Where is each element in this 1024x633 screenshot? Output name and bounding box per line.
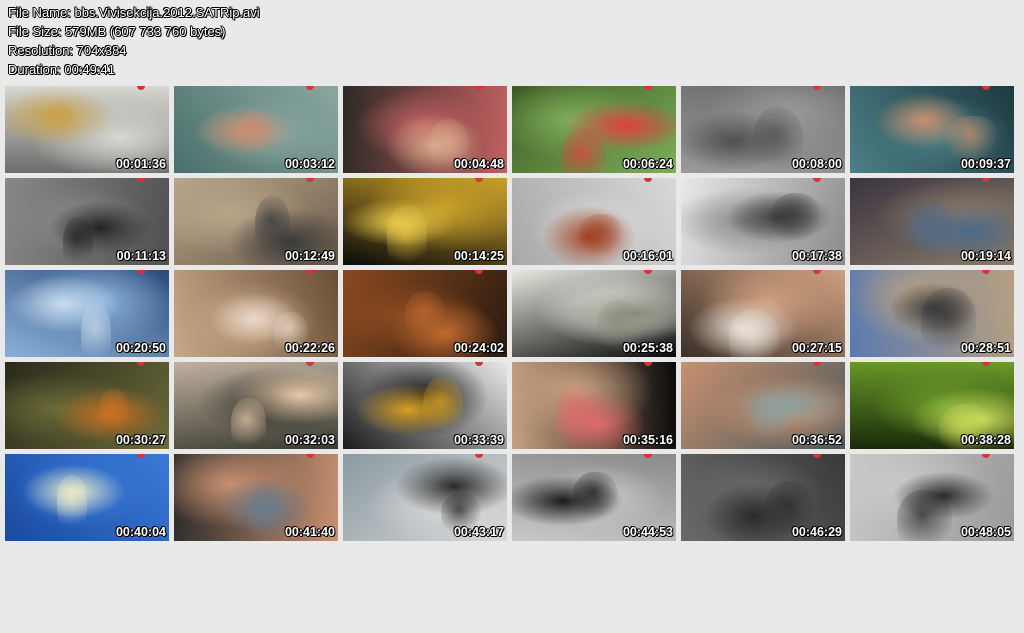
thumbnail-frame: 00:43:17 (343, 454, 507, 541)
thumbnail-frame: 00:33:39 (343, 362, 507, 449)
thumbnail-frame: 00:35:16 (512, 362, 676, 449)
thumbnail-frame: 00:22:26 (174, 270, 338, 357)
file-info-block: File Name: bbs.Vivisekcija.2012.SATRip.a… (8, 3, 260, 79)
scene-subject (81, 303, 111, 357)
file-name-line: File Name: bbs.Vivisekcija.2012.SATRip.a… (8, 5, 260, 20)
thumbnail-frame: 00:27:15 (681, 270, 845, 357)
scene-subject (231, 398, 266, 449)
thumbnail-frame: 00:19:14 (850, 178, 1014, 265)
thumbnail-frame: 00:16:01 (512, 178, 676, 265)
scene-subject (423, 377, 463, 437)
scene-subject (387, 205, 427, 265)
thumbnail-frame: 00:48:05 (850, 454, 1014, 541)
thumbnail-timestamp: 00:33:39 (453, 433, 504, 447)
thumbnail-timestamp: 00:40:04 (115, 525, 166, 539)
scene-subject (57, 475, 87, 533)
scene-subject (237, 110, 272, 157)
thumbnail-timestamp: 00:36:52 (791, 433, 842, 447)
thumbnail-timestamp: 00:12:49 (284, 249, 335, 263)
thumbnail-frame: 00:01:36 (5, 86, 169, 173)
thumbnail-timestamp: 00:30:27 (115, 433, 166, 447)
thumbnail-timestamp: 00:35:16 (622, 433, 673, 447)
thumbnail-timestamp: 00:28:51 (960, 341, 1011, 355)
thumbnail-timestamp: 00:22:26 (284, 341, 335, 355)
resolution-line: Resolution: 704x384 (8, 43, 127, 58)
thumbnail-timestamp: 00:14:25 (453, 249, 504, 263)
thumbnail-timestamp: 00:44:53 (622, 525, 673, 539)
thumbnail-timestamp: 00:32:03 (284, 433, 335, 447)
thumbnail-frame: 00:32:03 (174, 362, 338, 449)
scene-subject (729, 309, 779, 357)
thumbnail-timestamp: 00:43:17 (453, 525, 504, 539)
thumbnail-timestamp: 00:46:29 (791, 525, 842, 539)
thumbnail-frame: 00:30:27 (5, 362, 169, 449)
thumbnail-timestamp: 00:27:15 (791, 341, 842, 355)
thumbnail-frame: 00:04:48 (343, 86, 507, 173)
thumbnail-timestamp: 00:11:13 (116, 249, 166, 263)
scene-subject (561, 128, 606, 173)
thumbnail-frame: 00:25:38 (512, 270, 676, 357)
thumbnail-frame: 00:12:49 (174, 178, 338, 265)
thumbnail-frame: 00:41:40 (174, 454, 338, 541)
thumbnail-frame: 00:06:24 (512, 86, 676, 173)
scene-subject (573, 472, 618, 521)
thumbnail-frame: 00:28:51 (850, 270, 1014, 357)
scene-subject (897, 490, 952, 541)
thumbnail-timestamp: 00:16:01 (622, 249, 673, 263)
scene-subject (747, 395, 797, 439)
thumbnail-timestamp: 00:03:12 (284, 157, 335, 171)
thumbnail-timestamp: 00:06:24 (622, 157, 673, 171)
scene-subject (249, 484, 284, 541)
thumbnail-timestamp: 00:25:38 (622, 341, 673, 355)
thumbnail-timestamp: 00:17:38 (791, 249, 842, 263)
thumbnail-frame: 00:09:37 (850, 86, 1014, 173)
thumbnail-frame: 00:24:02 (343, 270, 507, 357)
thumbnail-frame: 00:17:38 (681, 178, 845, 265)
scene-subject (63, 217, 93, 265)
thumbnail-timestamp: 00:20:50 (115, 341, 166, 355)
scene-subject (771, 193, 821, 243)
thumbnail-timestamp: 00:09:37 (960, 157, 1011, 171)
scene-subject (945, 116, 1000, 161)
thumbnail-timestamp: 00:24:02 (453, 341, 504, 355)
thumbnail-frame: 00:40:04 (5, 454, 169, 541)
thumbnail-frame: 00:38:28 (850, 362, 1014, 449)
thumbnail-frame: 00:44:53 (512, 454, 676, 541)
thumbnail-timestamp: 00:38:28 (960, 433, 1011, 447)
scene-subject (579, 214, 624, 257)
thumbnail-frame: 00:20:50 (5, 270, 169, 357)
thumbnail-frame: 00:14:25 (343, 178, 507, 265)
scene-subject (903, 202, 958, 259)
thumbnail-frame: 00:36:52 (681, 362, 845, 449)
thumbnail-frame: 00:03:12 (174, 86, 338, 173)
thumbnail-timestamp: 00:19:14 (960, 249, 1011, 263)
scene-subject (555, 386, 600, 449)
thumbnail-timestamp: 00:08:00 (791, 157, 842, 171)
thumbnail-grid: 00:01:36 00:03:12 00:04:48 00:06:24 00:08:00… (5, 86, 1014, 633)
thumbnail-timestamp: 00:04:48 (453, 157, 504, 171)
duration-line: Duration: 00:49:41 (8, 62, 115, 77)
thumbnail-frame: 00:11:13 (5, 178, 169, 265)
scene-subject (45, 101, 75, 141)
scene-subject (255, 196, 290, 255)
thumbnail-timestamp: 00:48:05 (960, 525, 1011, 539)
thumbnail-frame: 00:08:00 (681, 86, 845, 173)
scene-subject (99, 389, 129, 435)
file-size-line: File Size: 579MB (607 733 760 bytes) (8, 24, 226, 39)
scene-subject (405, 291, 445, 339)
thumbnail-frame: 00:46:29 (681, 454, 845, 541)
thumbnail-timestamp: 00:41:40 (284, 525, 335, 539)
thumbnail-timestamp: 00:01:36 (115, 157, 166, 171)
